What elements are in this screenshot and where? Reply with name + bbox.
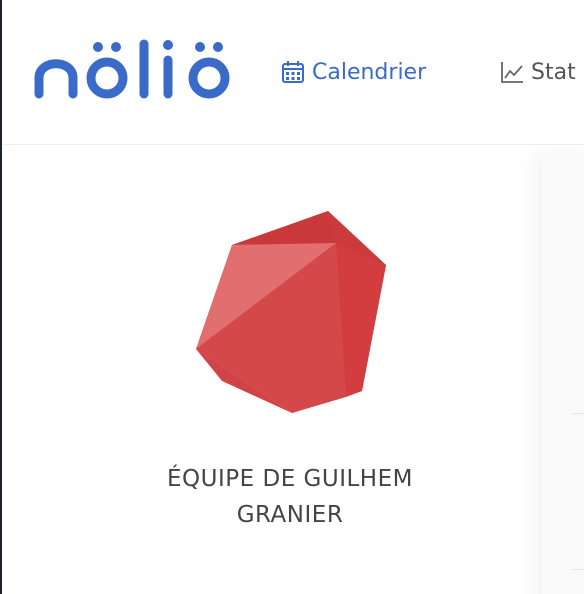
red-gem-icon (196, 211, 386, 413)
app-window: Calendrier Stat ÉQUIPE DE GUILHEM GRANIE… (0, 0, 584, 594)
main-content: ÉQUIPE DE GUILHEM GRANIER (2, 145, 584, 594)
nolio-logo[interactable] (32, 36, 237, 104)
nav-stats-label: Stat (531, 59, 576, 85)
divider (572, 413, 584, 414)
line-chart-icon (501, 62, 523, 83)
nav-calendar[interactable]: Calendrier (280, 54, 426, 90)
team-name: ÉQUIPE DE GUILHEM GRANIER (167, 466, 413, 528)
calendar-icon (282, 61, 304, 83)
side-panel (542, 153, 584, 594)
nav-stats[interactable]: Stat (499, 54, 576, 90)
divider (572, 569, 584, 570)
nav-calendar-label: Calendrier (312, 59, 427, 85)
top-header: Calendrier Stat (2, 0, 584, 145)
